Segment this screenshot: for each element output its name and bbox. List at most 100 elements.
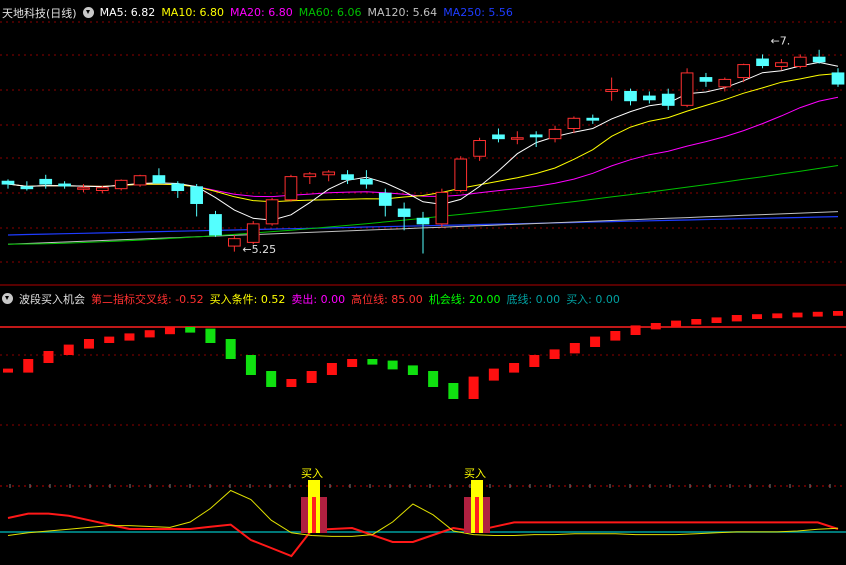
indicator-bar (164, 327, 175, 335)
indicator-bar (326, 363, 337, 375)
candle-body (341, 174, 354, 180)
buy-signal-core (312, 497, 316, 533)
ma60-label: MA60: 6.06 (298, 6, 362, 19)
candle-body (661, 93, 675, 106)
stock-title: 天地科技(日线) (2, 6, 77, 20)
candle-body (643, 95, 656, 101)
indicator-bar (509, 363, 520, 373)
ma20-line (7, 96, 839, 198)
sub-header: 波段买入机会 第二指标交叉线: -0.52 买入条件: 0.52 卖出: 0.0… (2, 291, 626, 306)
ma250-label: MA250: 5.56 (443, 6, 513, 19)
candle-body (133, 175, 147, 186)
candle-body (360, 178, 373, 185)
indicator-bar (3, 368, 13, 373)
indicator-bar (144, 330, 155, 338)
low-price-annotation: ←5.25 (242, 243, 276, 256)
indicator-bar (43, 351, 54, 363)
candle-body (510, 137, 524, 140)
indicator-bar (488, 368, 499, 381)
indicator-bar (711, 317, 722, 323)
candle-body (95, 187, 109, 192)
indicator-bar (650, 323, 661, 330)
indicator-bar (448, 383, 459, 399)
kline-chart-window: ←5.25 ←7. 买入 买入 天地科技(日线) MA5: 6.82 MA10: 6.… (0, 0, 846, 565)
bottom-line-label: 底线: 0.00 (506, 292, 561, 306)
indicator-bar (731, 315, 742, 322)
indicator-bar (569, 343, 580, 354)
ma10-line (7, 73, 839, 203)
indicator-settings-icon[interactable] (2, 293, 13, 304)
candle-body (58, 183, 71, 187)
candle-body (473, 140, 486, 157)
candle-body (114, 179, 128, 190)
indicator-bar (286, 379, 297, 387)
indicator-title: 波段买入机会 (19, 292, 85, 306)
candle-body (680, 72, 694, 106)
candle-body (1, 180, 15, 185)
cross-line-label: 第二指标交叉线: -0.52 (91, 292, 204, 306)
candle-body (699, 77, 713, 82)
settings-icon[interactable] (82, 7, 94, 18)
indicator-bar (772, 313, 783, 319)
indicator-bar (691, 319, 702, 325)
indicator-bar (23, 359, 34, 373)
candle-body (322, 171, 336, 176)
chart-canvas: ←5.25 ←7. 买入 买入 (0, 21, 846, 558)
candle-body (284, 176, 298, 201)
indicator-bar (590, 336, 601, 347)
indicator-bar (833, 311, 843, 316)
buy-signal-core (475, 497, 479, 533)
candle-body (605, 89, 618, 92)
candle-body (265, 199, 279, 225)
candle-body (586, 117, 600, 121)
indicator-bar (428, 371, 439, 387)
indicator-bar (407, 365, 418, 375)
buy-label: 买入: 0.00 (566, 292, 620, 306)
candle-body (756, 58, 769, 67)
indicator-bar (752, 314, 763, 319)
candle-body (529, 134, 543, 138)
candle-body (435, 191, 449, 225)
indicator-bar (792, 312, 803, 318)
indicator-bar (205, 328, 216, 343)
indicator-bar (104, 336, 115, 343)
ma120-label: MA120: 5.64 (367, 6, 438, 19)
candle-body (378, 192, 392, 206)
indicator-bar (671, 320, 682, 327)
high-line-label: 高位线: 85.00 (351, 292, 423, 306)
indicator-bar (529, 355, 540, 367)
candle-body (209, 214, 222, 236)
candle-body (567, 117, 581, 129)
ma5-label: MA5: 6.82 (99, 6, 156, 19)
candle-body (416, 217, 430, 225)
candle-body (39, 178, 53, 185)
indicator-bar (367, 359, 378, 365)
candle-body (171, 183, 185, 192)
indicator-bar (225, 339, 236, 359)
candle-body (190, 186, 203, 204)
candle-body (812, 56, 826, 63)
indicator-bar (812, 311, 823, 317)
candle-body (246, 223, 260, 243)
candle-body (775, 62, 788, 67)
buy-signal-label: 买入 (301, 467, 323, 480)
indicator-bar (306, 371, 317, 383)
indicator-bar (63, 344, 74, 355)
high-price-annotation: ←7. (771, 35, 791, 48)
candle-body (454, 158, 468, 192)
candle-body (228, 238, 241, 247)
candle-body (737, 64, 751, 79)
candle-body (20, 186, 34, 190)
candle-body (77, 187, 90, 190)
indicator-bar (83, 339, 94, 349)
indicator-bar (610, 331, 621, 341)
main-header: 天地科技(日线) MA5: 6.82 MA10: 6.80 MA20: 6.80… (2, 5, 519, 20)
chance-line-label: 机会线: 20.00 (428, 292, 501, 306)
candle-body (548, 128, 562, 140)
indicator-bar (468, 376, 479, 399)
candle-body (492, 134, 505, 140)
indicator-bar (549, 349, 560, 359)
candle-body (831, 72, 845, 85)
oscillator-red-line (7, 512, 839, 558)
indicator-bar (185, 327, 196, 333)
